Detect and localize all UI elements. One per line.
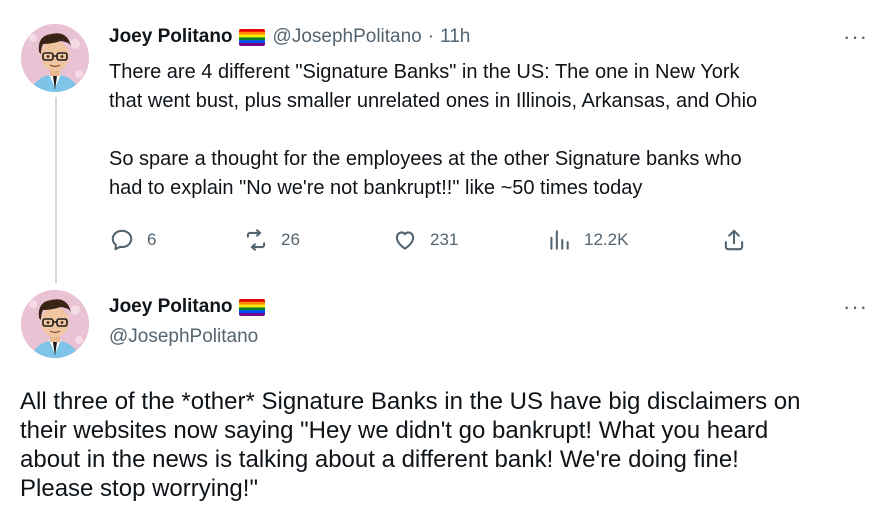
separator-dot: · xyxy=(427,26,435,47)
reply-count: 6 xyxy=(147,230,157,249)
avatar-cartoon-icon xyxy=(21,290,89,358)
share-button[interactable] xyxy=(721,227,747,253)
thread-connector-line xyxy=(55,97,57,283)
tweet2-header: Joey Politano xyxy=(109,296,265,318)
share-upload-icon xyxy=(724,229,744,251)
retweet-icon xyxy=(246,229,266,251)
tweet-text-line: Please stop worrying!" xyxy=(20,475,258,502)
retweet-button[interactable]: 26 xyxy=(243,227,300,253)
author-name[interactable]: Joey Politano xyxy=(109,26,233,48)
reply-button[interactable]: 6 xyxy=(109,227,156,253)
tweet1-header: Joey Politano @JosephPolitano · 11h xyxy=(109,26,470,48)
more-options-icon[interactable]: ··· xyxy=(843,24,868,50)
tweet-text-line: There are 4 different "Signature Banks" … xyxy=(109,61,740,83)
author-name[interactable]: Joey Politano xyxy=(109,296,233,318)
bar-chart-icon xyxy=(550,230,569,250)
tweet1-body: There are 4 different "Signature Banks" … xyxy=(109,58,757,203)
avatar-cartoon-icon xyxy=(21,24,89,92)
avatar[interactable] xyxy=(21,24,89,92)
speech-bubble-icon xyxy=(111,229,133,251)
rainbow-flag-icon xyxy=(238,28,265,46)
views-button[interactable]: 12.2K xyxy=(546,227,628,253)
tweet-text-line: So spare a thought for the employees at … xyxy=(109,148,742,170)
tweet2-body: All three of the *other* Signature Banks… xyxy=(20,387,800,503)
heart-icon xyxy=(395,231,415,250)
author-handle[interactable]: @JosephPolitano xyxy=(109,326,258,348)
tweet-timestamp[interactable]: 11h xyxy=(440,26,470,48)
tweet-text-line: All three of the *other* Signature Banks… xyxy=(20,388,801,415)
like-count: 231 xyxy=(430,230,459,249)
tweet-text-line: that went bust, plus smaller unrelated o… xyxy=(109,90,758,112)
like-button[interactable]: 231 xyxy=(392,227,458,253)
rainbow-flag-icon xyxy=(238,298,265,316)
author-handle[interactable]: @JosephPolitano xyxy=(273,26,422,48)
more-options-icon[interactable]: ··· xyxy=(843,294,868,320)
avatar[interactable] xyxy=(21,290,89,358)
tweet-text-line: their websites now saying "Hey we didn't… xyxy=(20,417,769,444)
view-count: 12.2K xyxy=(584,230,629,249)
tweet-text-line: about in the news is talking about a dif… xyxy=(20,446,739,473)
retweet-count: 26 xyxy=(281,230,300,249)
tweet-text-line: had to explain "No we're not bankrupt!!"… xyxy=(109,177,643,199)
